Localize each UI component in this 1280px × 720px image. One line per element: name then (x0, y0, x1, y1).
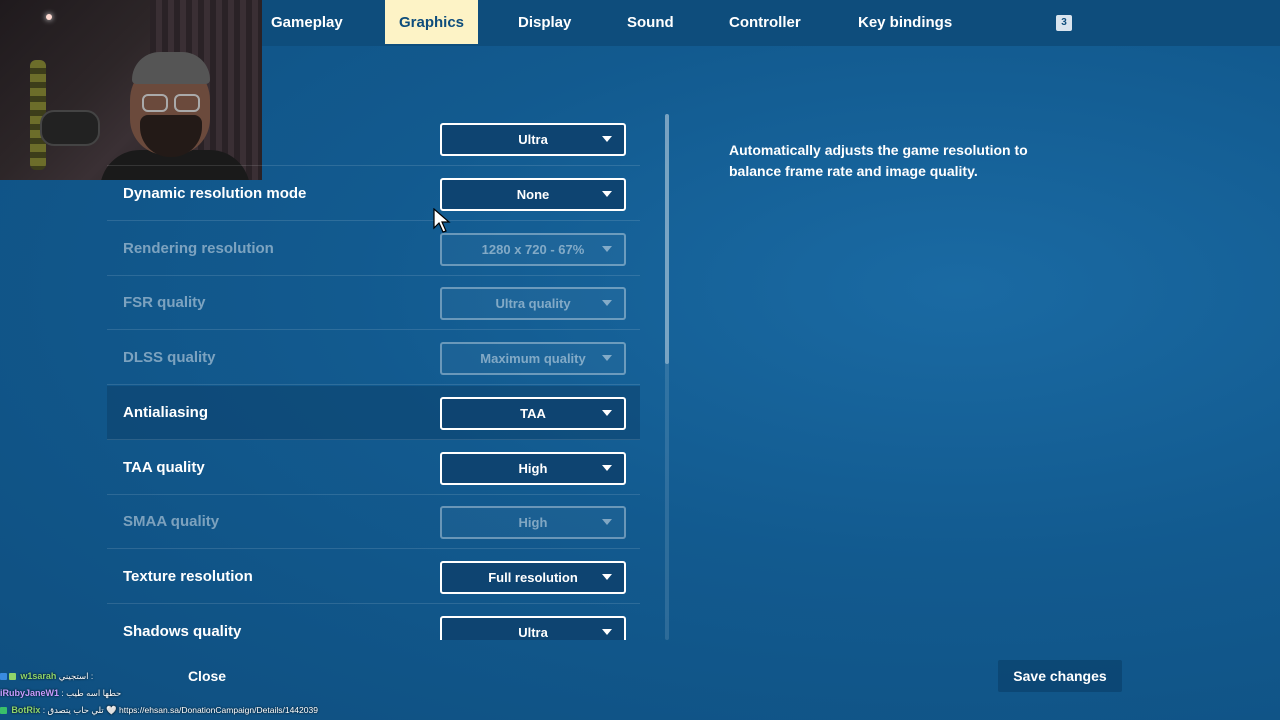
chat-text: : حطها اسه طيب (61, 688, 122, 698)
setting-row-taa-quality[interactable]: TAA quality High (107, 441, 640, 495)
microphone (40, 110, 100, 146)
dropdown-value: Full resolution (488, 570, 578, 585)
chat-username: BotRix (11, 705, 41, 715)
rendering-resolution-dropdown: 1280 x 720 - 67% (440, 233, 626, 266)
chat-message: w1sarah استجيني : (0, 668, 360, 685)
shadows-quality-dropdown[interactable]: Ultra (440, 616, 626, 640)
dropdown-value: Ultra (518, 625, 548, 640)
dynamic-resolution-dropdown[interactable]: None (440, 178, 626, 211)
setting-label: Texture resolution (123, 568, 253, 585)
setting-row-texture-resolution[interactable]: Texture resolution Full resolution (107, 550, 640, 604)
chevron-down-icon (602, 246, 612, 252)
chevron-down-icon (602, 355, 612, 361)
dropdown-value: Ultra quality (495, 296, 571, 311)
save-changes-button[interactable]: Save changes (998, 660, 1122, 692)
tab-graphics[interactable]: Graphics (385, 0, 479, 44)
chat-username: w1sarah (20, 671, 57, 681)
settings-scrollbar-thumb[interactable] (665, 114, 669, 364)
tab-sound[interactable]: Sound (613, 0, 688, 46)
setting-label: FSR quality (123, 294, 206, 311)
fsr-quality-dropdown: Ultra quality (440, 287, 626, 320)
texture-resolution-dropdown[interactable]: Full resolution (440, 561, 626, 594)
setting-row-dlss-quality: DLSS quality Maximum quality (107, 331, 640, 385)
chat-text: : تلي حاب يتصدق 🤍 https://ehsan.sa/Donat… (42, 705, 318, 715)
setting-label: SMAA quality (123, 513, 220, 530)
badge-icon (0, 673, 7, 681)
badge-icon (9, 673, 16, 681)
tab-controller[interactable]: Controller (715, 0, 815, 46)
setting-row-rendering-resolution: Rendering resolution 1280 x 720 - 67% (107, 222, 640, 276)
chevron-down-icon (602, 191, 612, 197)
chevron-down-icon (602, 629, 612, 635)
setting-label: Rendering resolution (123, 240, 274, 257)
setting-row-fsr-quality: FSR quality Ultra quality (107, 276, 640, 330)
mouse-cursor-icon (433, 208, 451, 233)
smaa-quality-dropdown: High (440, 506, 626, 539)
dropdown-value: High (518, 461, 548, 476)
dropdown-value: High (518, 515, 548, 530)
dlss-quality-dropdown: Maximum quality (440, 342, 626, 375)
badge-icon (0, 707, 7, 715)
chevron-down-icon (602, 300, 612, 306)
setting-row-dynamic-resolution[interactable]: Dynamic resolution mode None (107, 167, 640, 221)
tab-key-bindings[interactable]: Key bindings (844, 0, 966, 46)
setting-label: DLSS quality (123, 349, 216, 366)
setting-row-shadows-quality[interactable]: Shadows quality Ultra (107, 605, 640, 640)
taa-quality-dropdown[interactable]: High (440, 452, 626, 485)
graphics-settings-list: Ultra Dynamic resolution mode None Rende… (107, 112, 640, 640)
setting-label: Shadows quality (123, 623, 242, 640)
chat-username: iRubyJaneW1 (0, 688, 60, 698)
stream-chat-overlay: w1sarah استجيني : iRubyJaneW1 : حطها اسه… (0, 668, 360, 719)
chevron-down-icon (602, 136, 612, 142)
chevron-down-icon (602, 574, 612, 580)
antialiasing-dropdown[interactable]: TAA (440, 397, 626, 430)
setting-row-smaa-quality: SMAA quality High (107, 495, 640, 549)
tab-display[interactable]: Display (504, 0, 585, 46)
dropdown-value: TAA (520, 406, 546, 421)
chevron-down-icon (602, 519, 612, 525)
setting-label: Dynamic resolution mode (123, 185, 307, 202)
setting-row-quality-preset[interactable]: Ultra (107, 112, 640, 166)
chat-text: استجيني : (58, 671, 94, 681)
setting-label: Antialiasing (123, 404, 209, 421)
setting-row-antialiasing[interactable]: Antialiasing TAA (107, 386, 640, 440)
chat-message: BotRix : تلي حاب يتصدق 🤍 https://ehsan.s… (0, 702, 360, 719)
tab-shortcut-badge: 3 (1056, 15, 1072, 31)
setting-description: Automatically adjusts the game resolutio… (729, 142, 1028, 179)
setting-label: TAA quality (123, 459, 205, 476)
chat-message: iRubyJaneW1 : حطها اسه طيب (0, 685, 360, 702)
chevron-down-icon (602, 465, 612, 471)
dropdown-value: Maximum quality (480, 351, 586, 366)
dropdown-value: None (516, 187, 550, 202)
dropdown-value: Ultra (518, 132, 548, 147)
dropdown-value: 1280 x 720 - 67% (481, 242, 585, 257)
tab-gameplay[interactable]: Gameplay (257, 0, 357, 46)
quality-preset-dropdown[interactable]: Ultra (440, 123, 626, 156)
chevron-down-icon (602, 410, 612, 416)
